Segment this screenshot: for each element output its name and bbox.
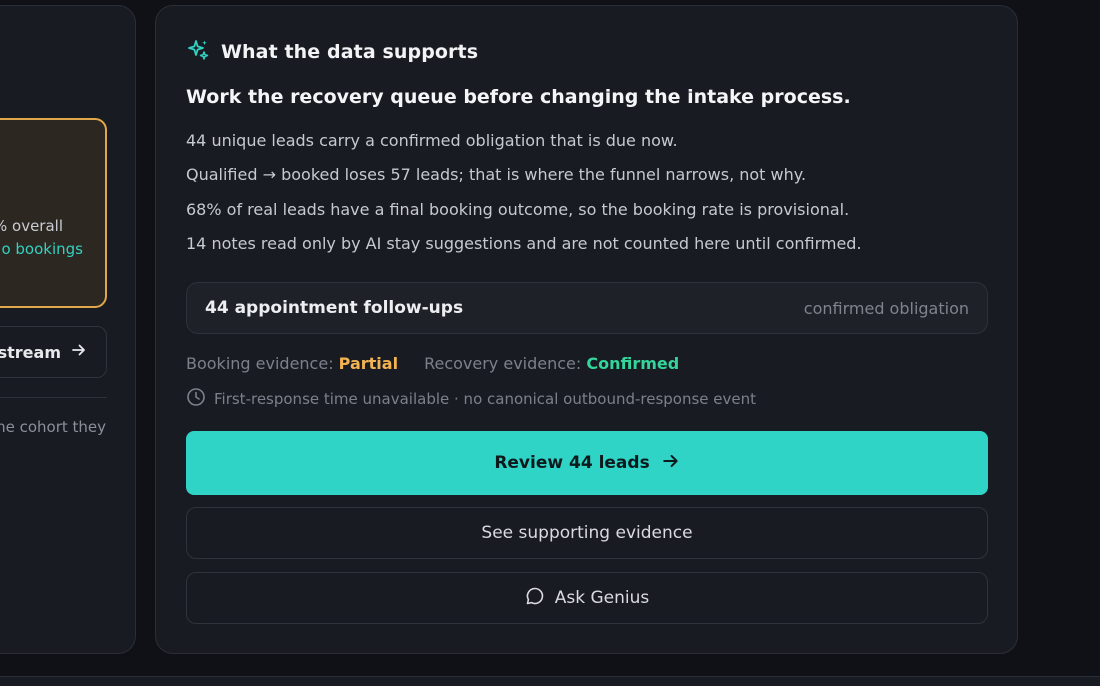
left-divider bbox=[0, 397, 107, 398]
finding-item: 44 unique leads carry a confirmed obliga… bbox=[186, 131, 678, 150]
booking-evidence-value: Partial bbox=[338, 354, 399, 373]
recovery-evidence-label: Recovery evidence: bbox=[424, 354, 582, 373]
sparkle-icon bbox=[186, 38, 210, 66]
stream-button[interactable]: stream bbox=[0, 326, 107, 378]
bottom-panel-edge bbox=[0, 676, 1100, 686]
stream-button-label: stream bbox=[0, 342, 61, 362]
recovery-evidence-value: Confirmed bbox=[586, 354, 680, 373]
ask-genius-button[interactable]: Ask Genius bbox=[186, 572, 988, 624]
evidence-row: Booking evidence: Partial Recovery evide… bbox=[186, 354, 679, 373]
recovery-evidence: Recovery evidence: Confirmed bbox=[424, 354, 679, 373]
left-panel: % overall o bookings stream ne cohort th… bbox=[0, 5, 136, 654]
card-header: What the data supports bbox=[186, 38, 478, 66]
card-title: What the data supports bbox=[221, 41, 479, 63]
left-note: ne cohort they bbox=[0, 418, 106, 436]
response-note-text: First-response time unavailable · no can… bbox=[214, 390, 757, 408]
ask-genius-label: Ask Genius bbox=[554, 588, 650, 608]
metric-card[interactable]: % overall o bookings bbox=[0, 118, 107, 308]
obligation-tag: confirmed obligation bbox=[803, 298, 969, 318]
arrow-right-icon bbox=[71, 342, 87, 362]
response-time-note: First-response time unavailable · no can… bbox=[186, 387, 756, 411]
card-headline: Work the recovery queue before changing … bbox=[186, 86, 851, 108]
metric-bookings-link[interactable]: o bookings bbox=[1, 240, 83, 258]
see-evidence-button[interactable]: See supporting evidence bbox=[186, 507, 988, 559]
booking-evidence-label: Booking evidence: bbox=[186, 354, 334, 373]
booking-evidence: Booking evidence: Partial bbox=[186, 354, 398, 373]
finding-item: 68% of real leads have a final booking o… bbox=[186, 199, 850, 219]
see-evidence-label: See supporting evidence bbox=[481, 523, 693, 543]
finding-item: 14 notes read only by AI stay suggestion… bbox=[186, 234, 862, 254]
obligation-title: 44 appointment follow-ups bbox=[205, 298, 464, 318]
arrow-right-icon bbox=[662, 452, 680, 475]
clock-icon bbox=[186, 387, 206, 411]
finding-item: Qualified → booked loses 57 leads; that … bbox=[186, 165, 807, 185]
review-leads-label: Review 44 leads bbox=[494, 453, 650, 473]
findings-list: 44 unique leads carry a confirmed obliga… bbox=[186, 130, 862, 268]
metric-overall-text: % overall bbox=[0, 217, 63, 235]
chat-bubble-icon bbox=[525, 586, 545, 611]
review-leads-button[interactable]: Review 44 leads bbox=[186, 431, 988, 495]
obligation-row[interactable]: 44 appointment follow-ups confirmed obli… bbox=[186, 282, 988, 334]
data-supports-card: What the data supports Work the recovery… bbox=[155, 5, 1018, 654]
